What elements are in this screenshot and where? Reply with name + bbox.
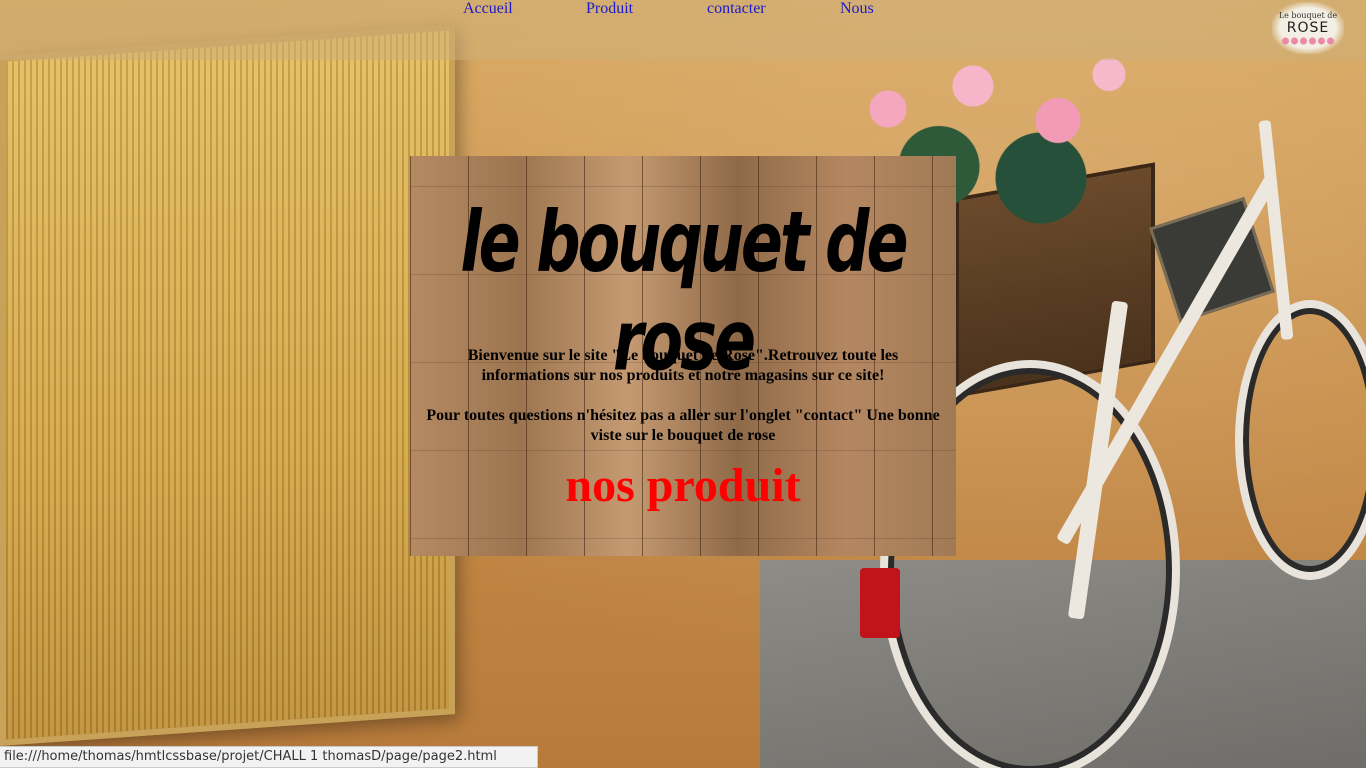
main-nav: Accueil Produit contacter Nous: [0, 0, 1000, 22]
wall-grate: [0, 24, 455, 746]
logo-subtitle: Le bouquet de: [1278, 11, 1338, 20]
logo-flowers-icon: [1281, 37, 1335, 45]
hero-panel: le bouquet de rose Bienvenue sur le site…: [410, 156, 956, 556]
bike-front-wheel: [1235, 300, 1366, 580]
logo-title: ROSE: [1286, 20, 1330, 36]
intro-paragraph-contact: Pour toutes questions n'hésitez pas a al…: [426, 407, 940, 444]
nav-link-accueil[interactable]: Accueil: [463, 0, 513, 18]
intro-text: Bienvenue sur le site "Le bouquet de Ros…: [410, 346, 956, 466]
section-title-products: nos produit: [565, 459, 801, 512]
top-navbar: Accueil Produit contacter Nous Le bouque…: [0, 0, 1366, 60]
bike-frame-bar: [1258, 119, 1294, 341]
site-logo[interactable]: Le bouquet de ROSE: [1272, 2, 1344, 54]
nav-link-nous[interactable]: Nous: [840, 0, 874, 18]
nav-link-contacter[interactable]: contacter: [707, 0, 766, 18]
intro-paragraph-welcome: Bienvenue sur le site "Le bouquet de Ros…: [467, 347, 899, 384]
bike-reflector: [860, 568, 900, 638]
nav-link-produit[interactable]: Produit: [586, 0, 633, 18]
status-bar-url: file:///home/thomas/hmtlcssbase/projet/C…: [0, 746, 538, 768]
